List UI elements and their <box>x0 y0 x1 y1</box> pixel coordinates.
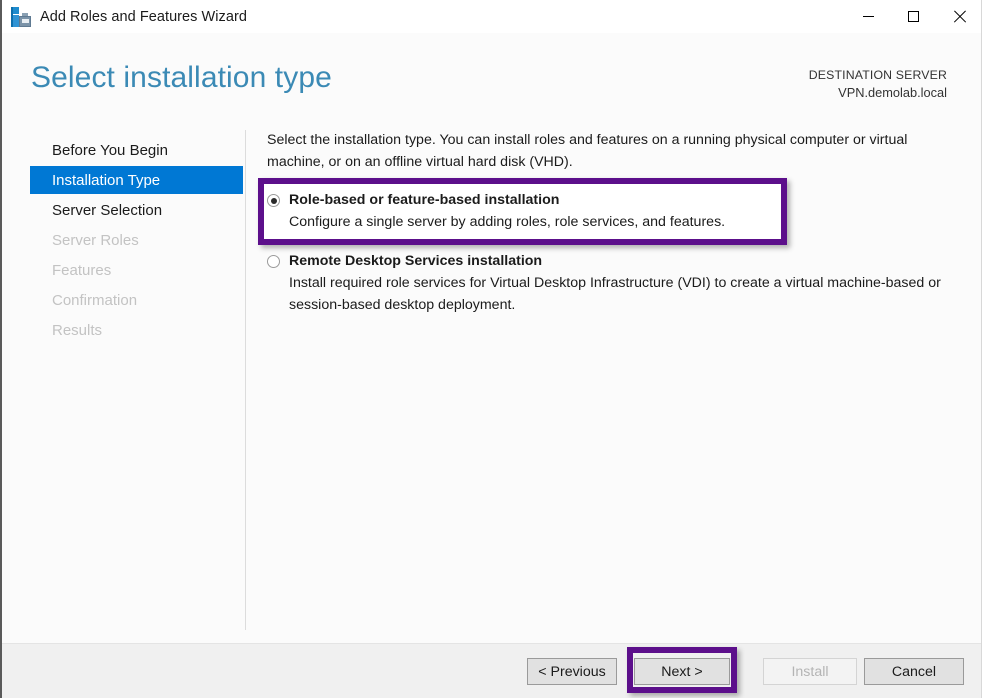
radio-role-based-highlighted[interactable] <box>267 194 280 207</box>
minimize-icon <box>863 16 874 17</box>
close-icon <box>952 10 966 24</box>
sidebar-item-installation-type[interactable]: Installation Type <box>30 166 243 194</box>
annotation-box-next-button <box>627 647 737 693</box>
destination-server: DESTINATION SERVER VPN.demolab.local <box>809 66 947 102</box>
minimize-button[interactable] <box>846 0 891 33</box>
sidebar-item-features: Features <box>52 261 112 279</box>
option-remote-desktop-title: Remote Desktop Services installation <box>289 253 543 269</box>
destination-server-value: VPN.demolab.local <box>838 85 947 100</box>
sidebar-item-server-roles: Server Roles <box>52 231 139 249</box>
wizard-window: Add Roles and Features Wizard Select ins… <box>0 0 982 698</box>
intro-text: Select the installation type. You can in… <box>267 132 908 170</box>
maximize-button[interactable] <box>891 0 936 33</box>
wizard-sidebar: Before You Begin Installation Type Serve… <box>2 120 245 643</box>
install-button: Install <box>763 658 857 685</box>
maximize-icon <box>908 11 919 22</box>
server-icon <box>11 6 31 27</box>
window-controls <box>846 0 981 33</box>
title-bar: Add Roles and Features Wizard <box>2 0 981 33</box>
page-header: Select installation type DESTINATION SER… <box>2 33 981 120</box>
previous-button[interactable]: < Previous <box>527 658 617 685</box>
radio-remote-desktop[interactable] <box>267 255 280 268</box>
cancel-button[interactable]: Cancel <box>864 658 964 685</box>
sidebar-item-before-you-begin[interactable]: Before You Begin <box>30 136 243 164</box>
option-role-based-description-highlighted: Configure a single server by adding role… <box>289 214 726 230</box>
option-remote-desktop-description: Install required role services for Virtu… <box>289 275 941 313</box>
title-bar-left: Add Roles and Features Wizard <box>2 6 846 27</box>
window-title: Add Roles and Features Wizard <box>40 8 247 25</box>
sidebar-item-server-selection[interactable]: Server Selection <box>30 196 243 224</box>
option-role-based-title-highlighted: Role-based or feature-based installation <box>289 192 560 208</box>
page-title: Select installation type <box>31 61 332 94</box>
destination-server-label: DESTINATION SERVER <box>808 68 947 82</box>
wizard-footer: < Previous Next > Install Cancel <box>2 643 981 698</box>
sidebar-item-confirmation: Confirmation <box>52 291 138 309</box>
close-button[interactable] <box>936 0 981 33</box>
sidebar-item-results: Results <box>52 321 103 339</box>
option-remote-desktop[interactable]: Remote Desktop Services installation Ins… <box>267 251 967 316</box>
annotated-option-overlay[interactable]: Role-based or feature-based installation… <box>267 190 787 233</box>
